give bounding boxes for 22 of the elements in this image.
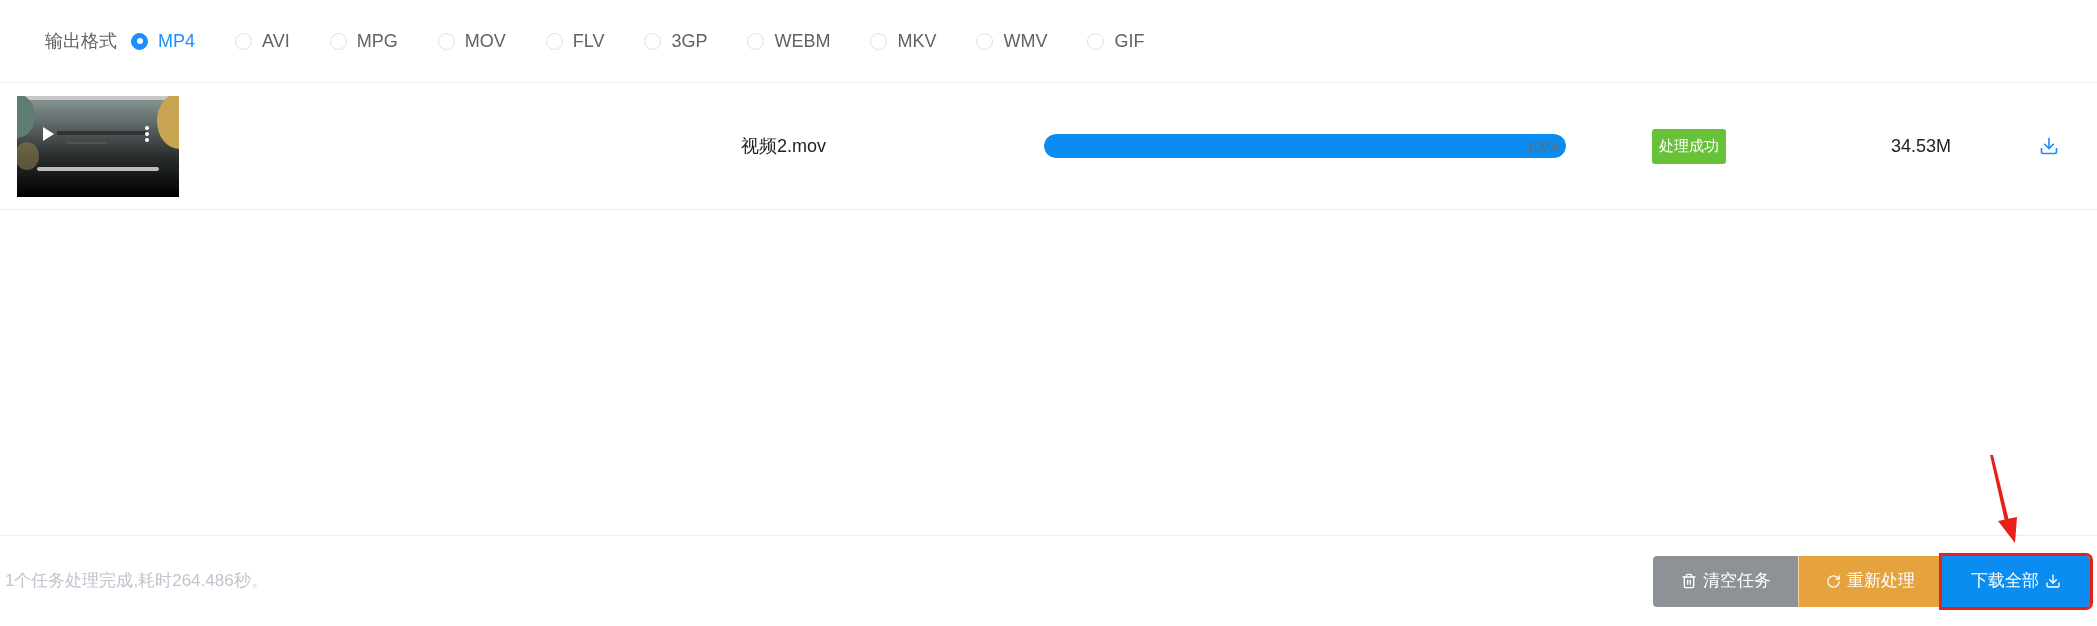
progress-percent: 100% (1526, 138, 1560, 156)
file-size: 34.53M (1891, 134, 1952, 158)
download-icon (2045, 573, 2061, 589)
trash-icon (1680, 573, 1697, 589)
format-radio[interactable]: MP4 (131, 27, 195, 55)
download-button[interactable] (2039, 136, 2060, 156)
format-radio[interactable]: MPG (329, 27, 398, 55)
file-name: 视频2.mov (741, 134, 826, 158)
format-label: 输出格式 (45, 29, 117, 53)
format-radio[interactable]: MOV (437, 27, 506, 55)
refresh-icon (1826, 573, 1841, 589)
status-message: 1个任务处理完成,耗时264.486秒。 (5, 570, 269, 593)
format-radio[interactable]: GIF (1087, 27, 1145, 55)
format-radio[interactable]: 3GP (644, 27, 708, 55)
format-radio[interactable]: AVI (235, 27, 290, 55)
download-all-button[interactable]: 下载全部 (1942, 555, 2090, 607)
format-radio[interactable]: FLV (545, 27, 605, 55)
format-radio[interactable]: WEBM (747, 27, 831, 55)
clear-tasks-button[interactable]: 清空任务 (1653, 555, 1798, 607)
format-radio[interactable]: WMV (976, 27, 1048, 55)
status-badge: 处理成功 (1652, 128, 1726, 164)
format-radio[interactable]: MKV (870, 27, 937, 55)
